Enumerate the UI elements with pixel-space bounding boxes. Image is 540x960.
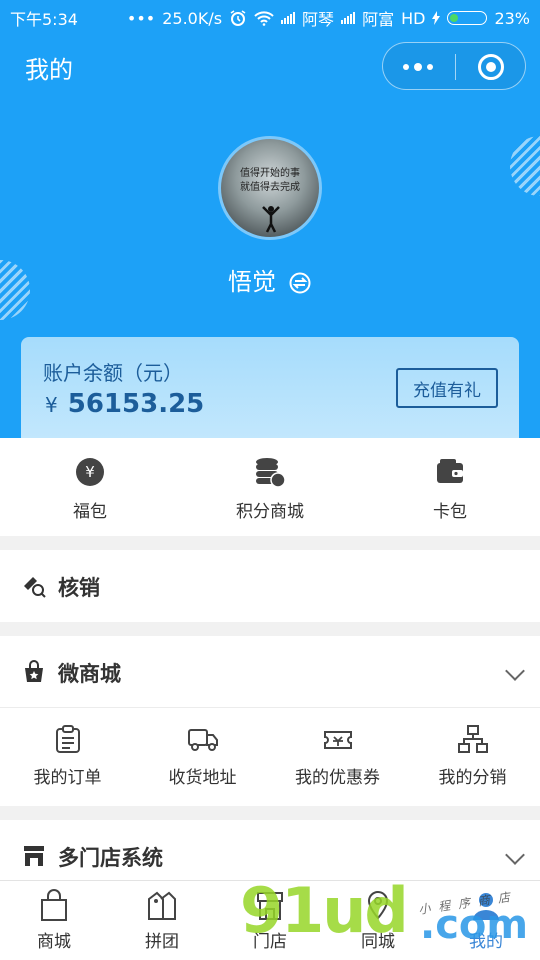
switch-account-icon[interactable] xyxy=(288,271,312,295)
stores-label: 多门店系统 xyxy=(58,846,163,870)
alarm-icon xyxy=(230,10,246,26)
quick-action-points-mall[interactable]: 积分商城 xyxy=(180,438,360,536)
mini-program-capsule xyxy=(382,42,526,90)
quick-action-red-packet[interactable]: ¥ 福包 xyxy=(0,438,180,536)
tab-label: 商城 xyxy=(37,932,71,952)
quick-action-label: 卡包 xyxy=(433,502,467,522)
mall-item-orders[interactable]: 我的订单 xyxy=(0,708,135,806)
currency-symbol: ¥ xyxy=(45,393,58,417)
avatar-text-line: 值得开始的事 xyxy=(240,168,300,179)
battery-icon xyxy=(447,11,488,25)
tab-label: 我的 xyxy=(469,932,503,952)
tab-mine[interactable]: 我的 xyxy=(432,881,540,960)
shopping-bag-icon xyxy=(41,889,67,921)
tab-local[interactable]: 同城 xyxy=(324,881,432,960)
carrier-1: 阿琴 xyxy=(302,10,335,29)
quick-action-label: 积分商城 xyxy=(236,502,304,522)
verify-row[interactable]: 核销 xyxy=(0,550,540,622)
user-icon xyxy=(473,893,499,920)
status-bar: 下午5:34 ••• 25.0K/s 阿琴 阿富 HD 23% xyxy=(0,0,540,32)
tab-label: 同城 xyxy=(361,932,395,952)
location-icon xyxy=(367,890,389,920)
mall-label: 微商城 xyxy=(58,662,121,686)
avatar-text-line: 就值得去完成 xyxy=(240,182,300,193)
page-title: 我的 xyxy=(25,56,73,84)
charging-icon xyxy=(432,11,441,25)
svg-text:¥: ¥ xyxy=(85,463,95,481)
more-menu-icon[interactable] xyxy=(403,63,433,71)
shop-bag-icon xyxy=(25,660,43,682)
quick-action-label: 福包 xyxy=(73,502,107,522)
tab-store[interactable]: 门店 xyxy=(216,881,324,960)
hd-indicator: HD xyxy=(401,8,426,28)
quick-actions: ¥ 福包 积分商城 卡包 xyxy=(0,438,540,536)
more-dots-icon: ••• xyxy=(126,8,156,28)
chevron-down-icon[interactable] xyxy=(505,845,525,865)
mall-item-address[interactable]: 收货地址 xyxy=(135,708,270,806)
recharge-button[interactable]: 充值有礼 xyxy=(396,368,498,408)
tag-icon xyxy=(148,891,176,920)
mall-item-coupons[interactable]: 我的优惠券 xyxy=(270,708,405,806)
wallet-icon xyxy=(437,459,463,483)
quick-action-card-wallet[interactable]: 卡包 xyxy=(360,438,540,536)
coins-icon xyxy=(256,458,286,488)
tab-label: 门店 xyxy=(253,932,287,952)
clipboard-icon xyxy=(55,725,80,753)
tab-label: 拼团 xyxy=(145,932,179,952)
coupon-icon xyxy=(323,731,352,749)
mall-item-distribution[interactable]: 我的分销 xyxy=(405,708,540,806)
username-row: 悟觉 xyxy=(0,262,540,297)
signal-icon xyxy=(341,12,356,24)
tab-bar: 商城 拼团 门店 同城 我的 xyxy=(0,880,540,960)
balance-label: 账户余额（元） xyxy=(43,361,183,385)
store-icon xyxy=(257,892,283,920)
mall-grid: 我的订单 收货地址 我的优惠券 我的分销 xyxy=(0,708,540,806)
tab-group-buy[interactable]: 拼团 xyxy=(108,881,216,960)
truck-icon xyxy=(187,729,218,751)
balance-value: ¥56153.25 xyxy=(45,389,204,419)
carrier-2: 阿富 xyxy=(362,10,395,29)
mall-row[interactable]: 微商城 xyxy=(0,636,540,708)
username: 悟觉 xyxy=(228,268,276,296)
signal-icon xyxy=(281,12,296,24)
wifi-icon xyxy=(254,11,274,26)
decorative-stripe-circle xyxy=(510,136,540,196)
red-packet-icon: ¥ xyxy=(76,458,104,486)
chevron-down-icon[interactable] xyxy=(505,661,525,681)
hierarchy-icon xyxy=(457,725,488,753)
battery-percent: 23% xyxy=(494,8,530,28)
mall-item-label: 我的订单 xyxy=(33,768,102,788)
person-silhouette-icon xyxy=(262,206,280,233)
ticket-verify-icon xyxy=(24,577,46,598)
balance-amount: 56153.25 xyxy=(67,389,205,419)
mall-item-label: 我的分销 xyxy=(438,768,507,788)
verify-label: 核销 xyxy=(58,576,100,600)
close-target-icon[interactable] xyxy=(478,54,504,80)
network-speed: 25.0K/s xyxy=(162,8,223,28)
mall-item-label: 收货地址 xyxy=(168,768,237,788)
mall-item-label: 我的优惠券 xyxy=(295,768,380,788)
store-icon xyxy=(24,846,44,866)
status-time: 下午5:34 xyxy=(10,10,78,29)
tab-mall[interactable]: 商城 xyxy=(0,881,108,960)
stores-row[interactable]: 多门店系统 xyxy=(0,820,540,880)
avatar[interactable]: 值得开始的事 就值得去完成 xyxy=(218,136,322,240)
